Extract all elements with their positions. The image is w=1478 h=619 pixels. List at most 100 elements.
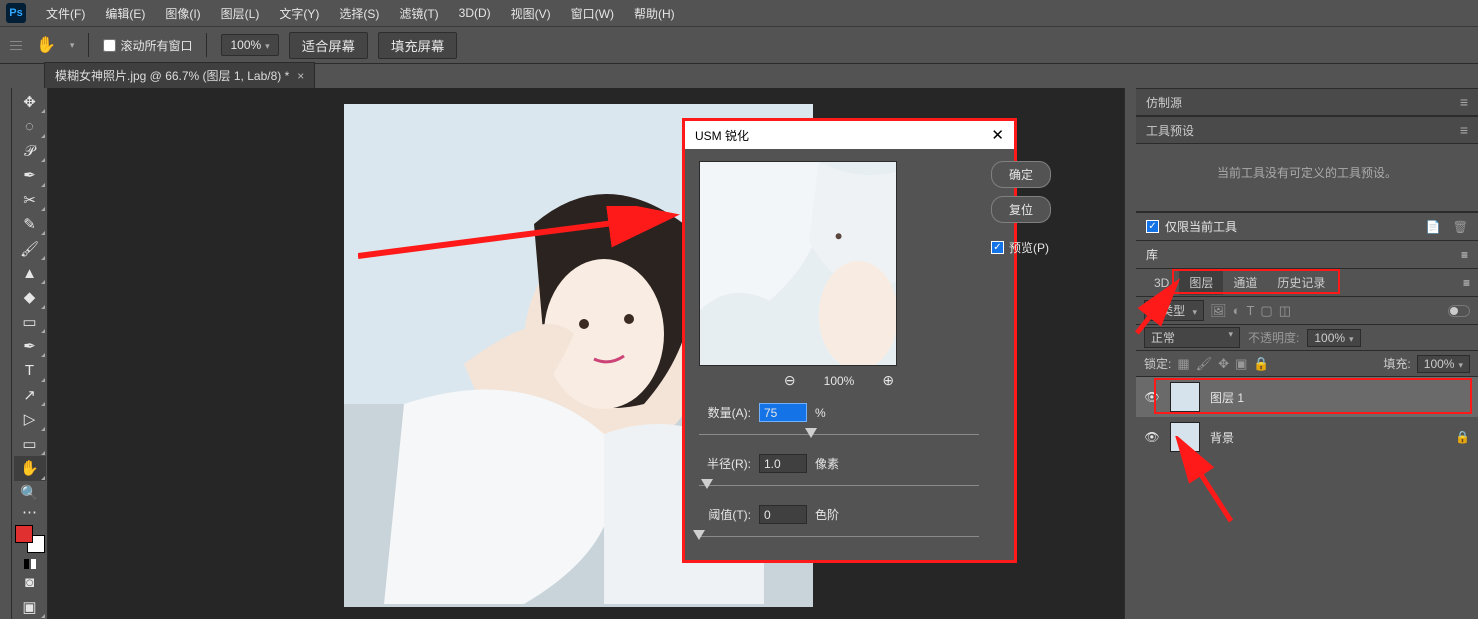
menu-image[interactable]: 图像(I) (155, 1, 210, 26)
threshold-input[interactable] (759, 505, 807, 524)
tab-history[interactable]: 历史记录 (1267, 270, 1335, 295)
type-tool[interactable]: T (14, 358, 46, 382)
library-panel-tab[interactable]: 库 (1146, 246, 1158, 263)
menu-filter[interactable]: 滤镜(T) (389, 1, 448, 26)
tool-presets-empty: 当前工具没有可定义的工具预设。 (1136, 144, 1478, 212)
zoom-out-icon[interactable]: ⊖ (784, 372, 796, 389)
tab-layers[interactable]: 图层 (1179, 270, 1223, 295)
tab-3d[interactable]: 3D (1144, 272, 1179, 294)
dialog-preview[interactable] (699, 161, 897, 366)
lock-artboard-icon[interactable]: ▣ (1235, 356, 1247, 372)
default-colors-icon[interactable] (24, 559, 36, 570)
new-preset-icon[interactable]: 📄 (1426, 220, 1441, 234)
clone-source-panel-tab[interactable]: 仿制源 (1146, 94, 1182, 111)
canvas[interactable]: USM 锐化 ✕ (48, 88, 1124, 619)
preview-checkbox[interactable]: ✓ 预览(P) (991, 239, 1049, 256)
visibility-toggle[interactable]: 👁 (1144, 390, 1160, 404)
collapsed-panel-strip[interactable] (0, 88, 12, 619)
quickmask-toggle[interactable]: ◙ (14, 570, 46, 594)
screenmode-toggle[interactable]: ▣ (14, 595, 46, 619)
layer-name[interactable]: 图层 1 (1210, 389, 1244, 406)
amount-label: 数量(A): (699, 404, 751, 421)
lasso-tool[interactable]: 𝒫 (14, 139, 46, 163)
tool-presets-panel-tab[interactable]: 工具预设 (1146, 122, 1194, 139)
collapsed-panel-strip-right[interactable] (1124, 88, 1136, 619)
move-tool[interactable]: ✥ (14, 90, 46, 114)
fg-bg-color[interactable] (15, 525, 45, 553)
divider (206, 33, 207, 57)
menu-view[interactable]: 视图(V) (501, 1, 561, 26)
close-tab-icon[interactable]: × (297, 69, 304, 83)
filter-toggle[interactable] (1448, 305, 1470, 317)
radius-input[interactable] (759, 454, 807, 473)
filter-shape-icon[interactable]: ▢ (1260, 303, 1272, 319)
filter-type-icon[interactable]: T (1246, 303, 1254, 318)
radius-slider[interactable] (699, 477, 979, 491)
panel-menu-icon[interactable]: ≡ (1461, 248, 1468, 262)
quick-select-tool[interactable]: ✒ (14, 163, 46, 187)
ok-button[interactable]: 确定 (991, 161, 1051, 188)
radius-unit: 像素 (815, 455, 839, 472)
hand-tool[interactable]: ✋ (14, 456, 46, 480)
lock-paint-icon[interactable]: 🖌 (1196, 356, 1213, 372)
toolbar-edit[interactable]: ⋯ (14, 505, 46, 519)
amount-unit: % (815, 406, 826, 420)
amount-input[interactable] (759, 403, 807, 422)
brush-tool[interactable]: 🖌 (14, 236, 46, 260)
menu-layer[interactable]: 图层(L) (211, 1, 270, 26)
menu-window[interactable]: 窗口(W) (561, 1, 624, 26)
lock-transparent-icon[interactable]: ▦ (1177, 356, 1189, 372)
lock-position-icon[interactable]: ✥ (1218, 356, 1229, 372)
filter-image-icon[interactable]: 🖼 (1210, 303, 1227, 319)
dialog-close-icon[interactable]: ✕ (991, 126, 1004, 144)
fill-input[interactable]: 100%▾ (1417, 355, 1470, 373)
panel-menu-icon[interactable]: ≡ (1460, 122, 1468, 138)
amount-slider[interactable] (699, 426, 979, 440)
tab-channels[interactable]: 通道 (1223, 270, 1267, 295)
menu-file[interactable]: 文件(F) (36, 1, 95, 26)
path-tool[interactable]: ↗ (14, 383, 46, 407)
fit-screen-button[interactable]: 适合屏幕 (289, 32, 368, 59)
eraser-tool[interactable]: ◆ (14, 285, 46, 309)
menu-type[interactable]: 文字(Y) (269, 1, 329, 26)
zoom-select[interactable]: 100%▾ (221, 34, 278, 56)
menu-edit[interactable]: 编辑(E) (95, 1, 155, 26)
lock-all-icon[interactable]: 🔒 (1253, 356, 1269, 372)
layer-row[interactable]: 👁 背景 🔒 (1136, 417, 1478, 457)
layer-thumb (1170, 382, 1200, 412)
menu-help[interactable]: 帮助(H) (624, 1, 685, 26)
lock-label: 锁定: (1144, 355, 1171, 372)
layer-name[interactable]: 背景 (1210, 429, 1234, 446)
panel-menu-icon[interactable]: ≡ (1463, 276, 1478, 290)
opacity-input[interactable]: 100%▾ (1307, 329, 1360, 347)
menu-select[interactable]: 选择(S) (329, 1, 389, 26)
delete-preset-icon[interactable]: 🗑 (1453, 220, 1468, 234)
direct-select-tool[interactable]: ▷ (14, 407, 46, 431)
marquee-tool[interactable]: ◌ (14, 114, 46, 138)
eyedropper-tool[interactable]: ✎ (14, 212, 46, 236)
zoom-in-icon[interactable]: ⊕ (882, 372, 894, 389)
filter-smart-icon[interactable]: ◫ (1279, 303, 1291, 319)
threshold-slider[interactable] (699, 528, 979, 542)
zoom-tool[interactable]: 🔍 (14, 481, 46, 505)
pen-tool[interactable]: ✒ (14, 334, 46, 358)
menu-3d[interactable]: 3D(D) (449, 2, 501, 24)
hand-tool-icon[interactable]: ✋ (36, 35, 56, 55)
scroll-all-checkbox[interactable]: 滚动所有窗口 (103, 37, 192, 54)
blend-mode-select[interactable]: 正常▾ (1144, 327, 1240, 348)
fill-screen-button[interactable]: 填充屏幕 (378, 32, 457, 59)
chevron-down-icon[interactable]: ▾ (70, 40, 75, 51)
fg-color-swatch[interactable] (15, 525, 33, 543)
document-tab[interactable]: 模糊女神照片.jpg @ 66.7% (图层 1, Lab/8) * × (44, 62, 315, 88)
reset-button[interactable]: 复位 (991, 196, 1051, 223)
only-current-tool-checkbox[interactable]: ✓ 仅限当前工具 (1146, 218, 1237, 235)
crop-tool[interactable]: ✂ (14, 188, 46, 212)
visibility-toggle[interactable]: 👁 (1144, 430, 1160, 444)
gradient-tool[interactable]: ▭ (14, 310, 46, 334)
layer-row[interactable]: 👁 图层 1 (1136, 377, 1478, 417)
shape-tool[interactable]: ▭ (14, 432, 46, 456)
filter-adjust-icon[interactable]: ◐ (1233, 303, 1241, 318)
stamp-tool[interactable]: ▲ (14, 261, 46, 285)
layer-filter-kind[interactable]: ρ 类型 ▾ (1144, 300, 1204, 321)
panel-menu-icon[interactable]: ≡ (1460, 94, 1468, 110)
